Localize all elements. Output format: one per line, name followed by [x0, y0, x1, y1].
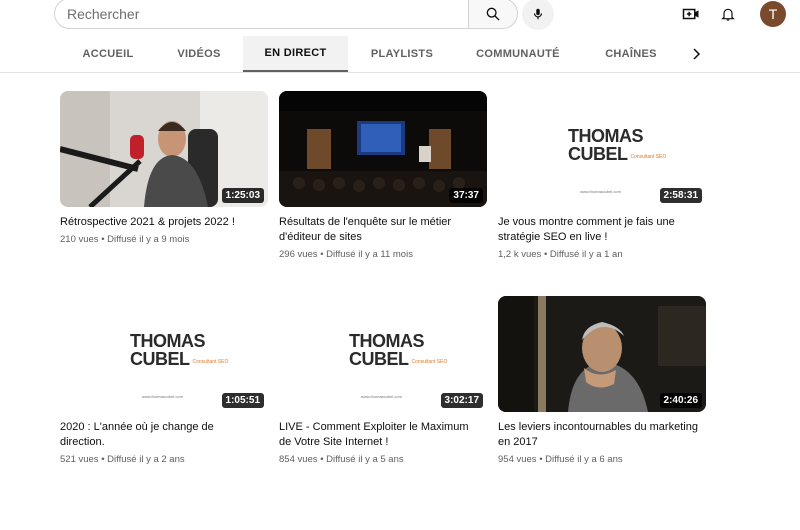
video-meta: 521 vues • Diffusé il y a 2 ans	[60, 454, 185, 465]
search-box	[54, 0, 518, 29]
search-input[interactable]	[54, 0, 468, 29]
search-button[interactable]	[468, 0, 518, 29]
video-title[interactable]: Les leviers incontournables du marketing…	[498, 420, 698, 450]
video-meta: 1,2 k vues • Diffusé il y a 1 an	[498, 249, 623, 260]
video-card[interactable]: THOMAS CUBEL Consultant SEO www.thomascub…	[498, 91, 706, 260]
logo-url: www.thomascubel.com	[142, 394, 183, 399]
channel-logo: THOMAS CUBEL Consultant SEO	[568, 126, 667, 164]
video-title[interactable]: 2020 : L'année où je change de direction…	[60, 420, 260, 450]
voice-search-button[interactable]	[522, 0, 554, 30]
video-title[interactable]: Je vous montre comment je fais une strat…	[498, 215, 698, 245]
video-thumbnail[interactable]: 37:37	[279, 91, 487, 207]
video-thumbnail[interactable]: THOMAS CUBEL Consultant SEO www.thomascub…	[60, 296, 268, 412]
video-thumbnail[interactable]: THOMAS CUBEL Consultant SEO www.thomascub…	[498, 91, 706, 207]
channel-logo: THOMAS CUBEL Consultant SEO	[349, 331, 448, 369]
avatar[interactable]: T	[760, 1, 786, 27]
video-card[interactable]: 1:25:03 Rétrospective 2021 & projets 202…	[60, 91, 268, 245]
create-button[interactable]	[680, 3, 702, 25]
tab-communaute[interactable]: COMMUNAUTÉ	[465, 36, 571, 72]
channel-logo: THOMAS CUBEL Consultant SEO	[130, 331, 229, 369]
duration-badge: 1:25:03	[221, 188, 264, 203]
video-thumbnail[interactable]: THOMAS CUBEL Consultant SEO www.thomascub…	[279, 296, 487, 412]
create-video-icon	[682, 8, 699, 20]
notifications-button[interactable]	[717, 3, 739, 25]
video-title[interactable]: LIVE - Comment Exploiter le Maximum de V…	[279, 420, 479, 450]
duration-badge: 2:58:31	[659, 188, 702, 203]
duration-badge: 2:40:26	[659, 393, 702, 408]
tab-videos[interactable]: VIDÉOS	[158, 36, 240, 72]
bell-icon	[721, 8, 735, 21]
tabs-next-button[interactable]	[684, 36, 708, 72]
channel-tabs: ACCUEIL VIDÉOS EN DIRECT PLAYLISTS COMMU…	[0, 36, 800, 73]
tab-accueil[interactable]: ACCUEIL	[66, 36, 150, 72]
logo-url: www.thomascubel.com	[361, 394, 402, 399]
video-card[interactable]: THOMAS CUBEL Consultant SEO www.thomascub…	[279, 296, 487, 465]
video-meta: 296 vues • Diffusé il y a 11 mois	[279, 249, 413, 260]
search-icon	[486, 7, 500, 20]
tab-en-direct[interactable]: EN DIRECT	[243, 36, 348, 72]
video-thumbnail[interactable]: 1:25:03	[60, 91, 268, 207]
chevron-right-icon	[693, 48, 701, 60]
video-card[interactable]: 37:37 Résultats de l'enquête sur le méti…	[279, 91, 487, 260]
duration-badge: 3:02:17	[440, 393, 483, 408]
duration-badge: 1:05:51	[221, 393, 264, 408]
duration-badge: 37:37	[449, 188, 483, 203]
video-meta: 954 vues • Diffusé il y a 6 ans	[498, 454, 623, 465]
video-meta: 854 vues • Diffusé il y a 5 ans	[279, 454, 404, 465]
video-title[interactable]: Rétrospective 2021 & projets 2022 !	[60, 215, 260, 230]
video-card[interactable]: THOMAS CUBEL Consultant SEO www.thomascub…	[60, 296, 268, 465]
microphone-icon	[533, 8, 543, 20]
tab-chaines[interactable]: CHAÎNES	[590, 36, 672, 72]
top-bar: T	[0, 0, 800, 30]
tab-playlists[interactable]: PLAYLISTS	[355, 36, 449, 72]
video-title[interactable]: Résultats de l'enquête sur le métier d'é…	[279, 215, 479, 245]
logo-url: www.thomascubel.com	[580, 189, 621, 194]
video-thumbnail[interactable]: 2:40:26	[498, 296, 706, 412]
video-card[interactable]: 2:40:26 Les leviers incontournables du m…	[498, 296, 706, 465]
video-meta: 210 vues • Diffusé il y a 9 mois	[60, 234, 190, 245]
